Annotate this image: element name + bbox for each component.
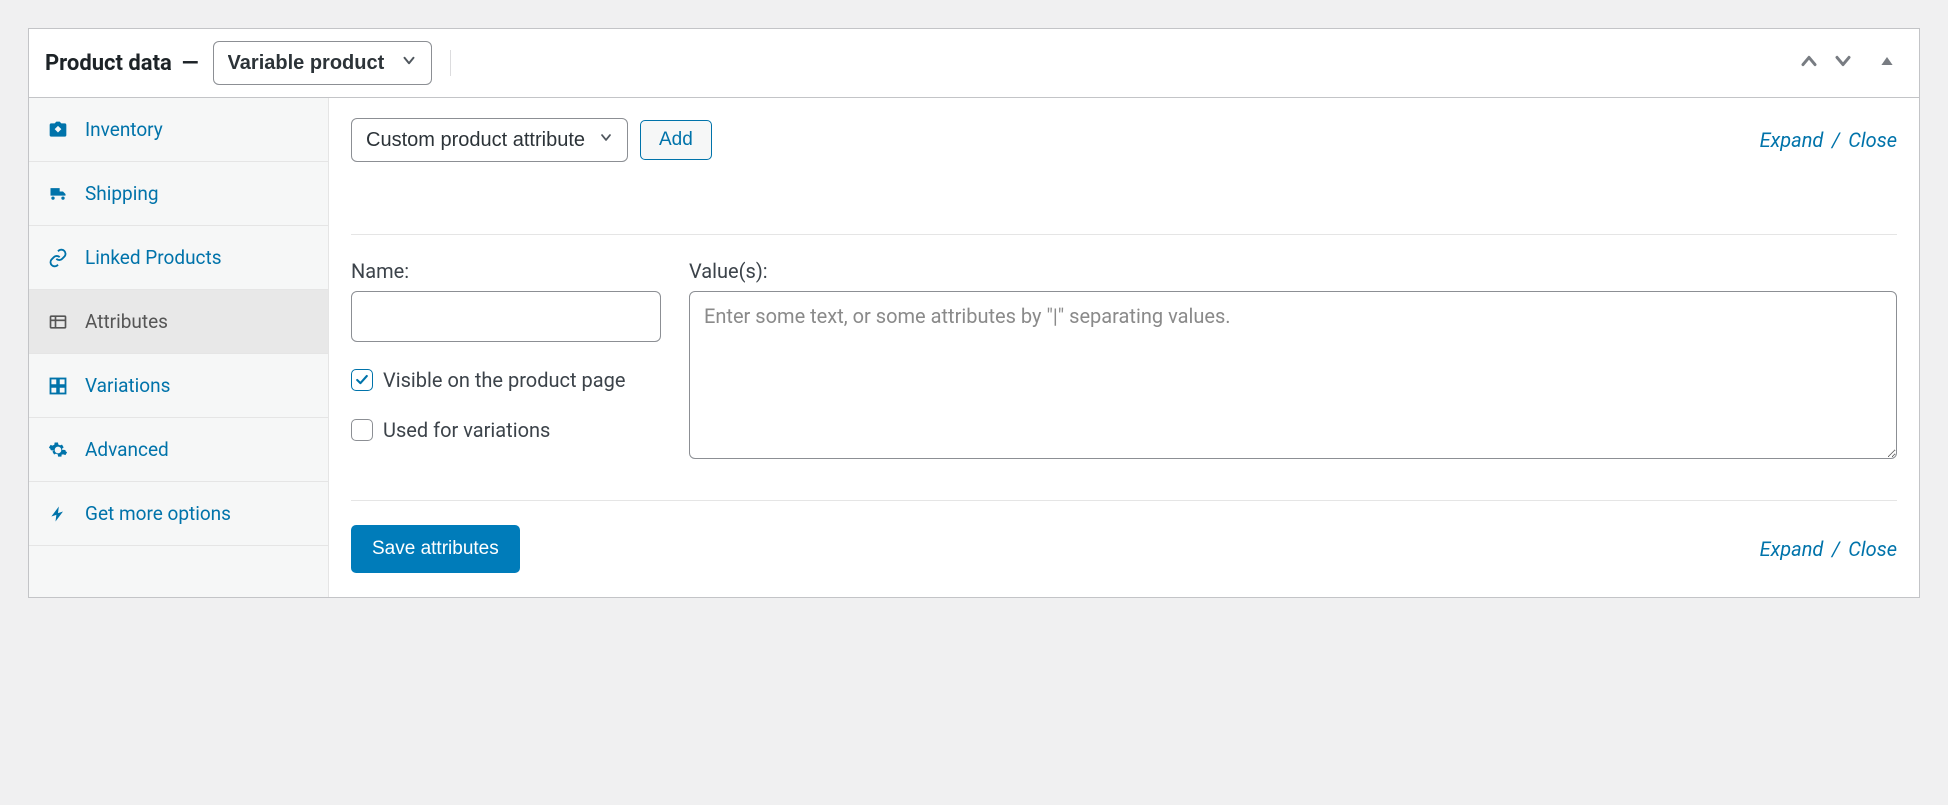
expand-link-footer[interactable]: Expand xyxy=(1760,537,1824,561)
tab-get-more-options[interactable]: Get more options xyxy=(29,482,328,546)
panel-body: Inventory Shipping Linked Products Attri… xyxy=(29,98,1919,597)
inventory-icon xyxy=(47,119,69,141)
close-link-footer[interactable]: Close xyxy=(1848,537,1897,561)
panel-title: Product data xyxy=(45,51,172,76)
visible-checkbox[interactable] xyxy=(351,369,373,391)
tab-label: Linked Products xyxy=(85,246,222,269)
link-separator: / xyxy=(1832,128,1840,152)
tab-label: Shipping xyxy=(85,182,159,205)
panel-title-separator: — xyxy=(182,51,199,76)
used-for-variations-checkbox[interactable] xyxy=(351,419,373,441)
tab-inventory[interactable]: Inventory xyxy=(29,98,328,162)
panel-header: Product data — Variable product xyxy=(29,29,1919,98)
linked-products-icon xyxy=(47,247,69,269)
attribute-name-input[interactable] xyxy=(351,291,661,342)
close-link[interactable]: Close xyxy=(1848,128,1897,152)
advanced-icon xyxy=(47,439,69,461)
tab-label: Advanced xyxy=(85,438,169,461)
tab-variations[interactable]: Variations xyxy=(29,354,328,418)
values-label: Value(s): xyxy=(689,259,1897,283)
attribute-editor: Name: Visible on the product page Used f… xyxy=(351,234,1897,464)
shipping-icon xyxy=(47,183,69,205)
save-attributes-button[interactable]: Save attributes xyxy=(351,525,520,573)
content-area: Custom product attribute Add Expand / Cl… xyxy=(329,98,1919,597)
attribute-toolbar: Custom product attribute Add Expand / Cl… xyxy=(351,118,1897,182)
panel-header-controls xyxy=(1797,49,1903,78)
tab-label: Get more options xyxy=(85,502,231,525)
move-down-icon[interactable] xyxy=(1831,49,1855,78)
attributes-icon xyxy=(47,311,69,333)
product-data-panel: Product data — Variable product xyxy=(28,28,1920,598)
attribute-type-select[interactable]: Custom product attribute xyxy=(351,118,628,162)
collapse-toggle-icon[interactable] xyxy=(1879,53,1895,74)
tab-shipping[interactable]: Shipping xyxy=(29,162,328,226)
tab-linked-products[interactable]: Linked Products xyxy=(29,226,328,290)
tab-advanced[interactable]: Advanced xyxy=(29,418,328,482)
used-for-variations-label: Used for variations xyxy=(383,418,550,442)
link-separator: / xyxy=(1832,537,1840,561)
more-options-icon xyxy=(47,503,69,525)
attribute-values-textarea[interactable] xyxy=(689,291,1897,459)
sidebar: Inventory Shipping Linked Products Attri… xyxy=(29,98,329,597)
tab-label: Variations xyxy=(85,374,170,397)
tab-label: Inventory xyxy=(85,118,163,141)
variations-icon xyxy=(47,375,69,397)
header-divider xyxy=(450,50,451,76)
visible-label: Visible on the product page xyxy=(383,368,625,392)
attribute-footer: Save attributes Expand / Close xyxy=(351,500,1897,577)
move-up-icon[interactable] xyxy=(1797,49,1821,78)
add-attribute-button[interactable]: Add xyxy=(640,120,712,160)
tab-label: Attributes xyxy=(85,310,168,333)
expand-link[interactable]: Expand xyxy=(1760,128,1824,152)
tab-attributes[interactable]: Attributes xyxy=(29,290,328,354)
product-type-select[interactable]: Variable product xyxy=(213,41,432,85)
name-label: Name: xyxy=(351,259,661,283)
